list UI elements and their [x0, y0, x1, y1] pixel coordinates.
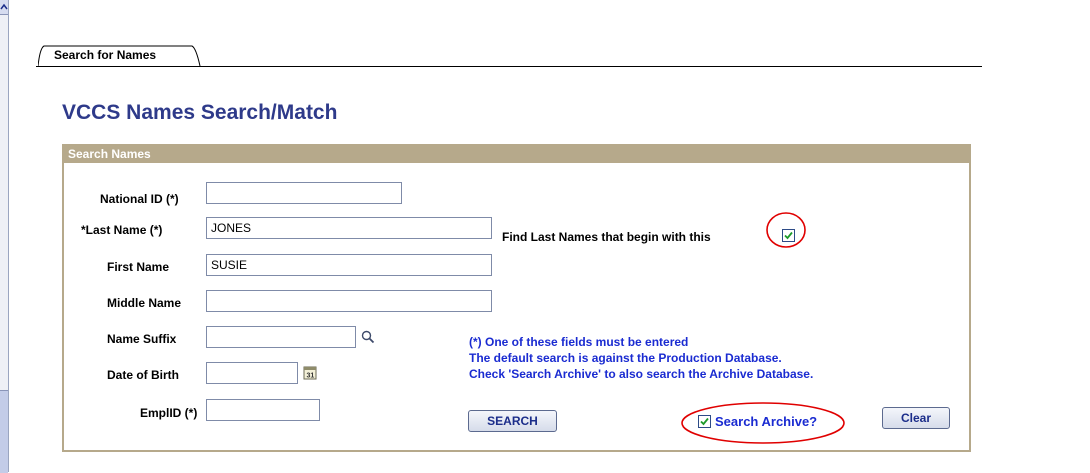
svg-text:31: 31: [307, 373, 315, 380]
last-name-label: *Last Name (*): [81, 223, 163, 237]
scroll-up-arrow-icon[interactable]: [0, 0, 8, 15]
name-suffix-label: Name Suffix: [107, 332, 177, 346]
begins-with-label: Find Last Names that begin with this: [502, 230, 711, 244]
checkmark-icon: [784, 231, 793, 240]
page-title: VCCS Names Search/Match: [62, 101, 338, 124]
national-id-field[interactable]: [206, 182, 402, 204]
date-of-birth-field[interactable]: [206, 362, 298, 384]
middle-name-label: Middle Name: [107, 296, 182, 310]
search-archive-checkbox[interactable]: [698, 415, 711, 428]
clear-button[interactable]: Clear: [882, 407, 950, 429]
checkmark-icon: [700, 417, 709, 426]
date-of-birth-label: Date of Birth: [107, 368, 179, 382]
first-name-label: First Name: [107, 260, 170, 274]
first-name-field[interactable]: SUSIE: [206, 254, 492, 276]
tab-label: Search for Names: [54, 48, 157, 62]
note-search-archive: Check 'Search Archive' to also search th…: [469, 367, 814, 381]
search-button[interactable]: SEARCH: [468, 410, 557, 432]
scroll-thumb[interactable]: [0, 390, 8, 473]
middle-name-field[interactable]: [206, 290, 492, 312]
note-required-fields: (*) One of these fields must be entered: [469, 335, 689, 349]
emplid-field[interactable]: [206, 399, 320, 421]
national-id-label: National ID (*): [100, 192, 179, 206]
group-header: Search Names: [64, 146, 969, 163]
group-title: Search Names: [68, 147, 151, 161]
lookup-magnifier-icon[interactable]: [361, 330, 375, 344]
begins-with-checkbox[interactable]: [782, 229, 795, 242]
search-names-group: Search Names National ID (*) *Last Name …: [62, 144, 971, 452]
name-suffix-field[interactable]: [206, 326, 356, 348]
emplid-label: EmplID (*): [140, 406, 198, 420]
search-archive-label[interactable]: Search Archive?: [715, 414, 817, 429]
note-default-search: The default search is against the Produc…: [469, 351, 782, 365]
left-scrollbar[interactable]: [0, 0, 9, 473]
tab-search-for-names[interactable]: Search for Names: [38, 44, 201, 67]
calendar-icon[interactable]: 31: [303, 366, 317, 380]
last-name-field[interactable]: JONES: [206, 217, 492, 239]
